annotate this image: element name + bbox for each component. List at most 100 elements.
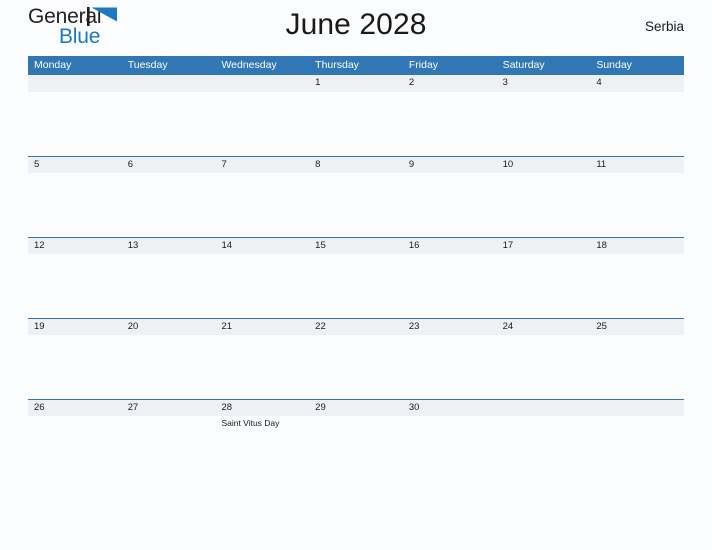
calendar-day-cell[interactable] <box>403 416 497 480</box>
calendar-day-number[interactable]: 11 <box>590 157 684 173</box>
calendar-day-cell[interactable] <box>403 335 497 399</box>
calendar-day-cell[interactable] <box>590 254 684 318</box>
calendar-day-number-band: 1234 <box>28 75 684 92</box>
calendar-day-events-row: Saint Vitus Day <box>28 416 684 480</box>
weekday-header-friday: Friday <box>408 59 439 71</box>
calendar-day-cell[interactable] <box>309 335 403 399</box>
weekday-header-thursday: Thursday <box>315 59 359 71</box>
calendar-weeks: 1 2 3 4 5 6 7 8 9 10 11 12 13 14 15 16 17 18 19 20 21 22 23 24 2… <box>28 75 684 480</box>
calendar-day-number[interactable]: 19 <box>28 319 122 335</box>
calendar-day-number[interactable]: 24 <box>497 319 591 335</box>
calendar-day-cell[interactable] <box>122 254 216 318</box>
calendar-day-number[interactable]: 4 <box>590 75 684 92</box>
calendar-week-row: 26 27 28 29 30 Saint Vitus Day <box>28 399 684 480</box>
calendar-day-cell[interactable] <box>122 173 216 237</box>
page-header: General Blue June 2028 Serbia <box>28 0 684 56</box>
calendar-week-row: 5 6 7 8 9 10 11 <box>28 156 684 237</box>
calendar-day-number[interactable]: 8 <box>309 157 403 173</box>
weekday-header-monday: Monday <box>34 59 72 71</box>
calendar-day-cell[interactable] <box>28 416 122 480</box>
calendar-day-cell[interactable] <box>497 92 591 156</box>
calendar-day-cell[interactable]: Saint Vitus Day <box>215 416 309 480</box>
calendar-day-number[interactable]: 28 <box>215 400 309 416</box>
calendar-day-number[interactable]: 14 <box>215 238 309 254</box>
calendar-day-number[interactable]: 10 <box>497 157 591 173</box>
calendar-day-cell <box>215 92 309 156</box>
calendar-day-events-row <box>28 254 684 318</box>
calendar-day-number[interactable]: 15 <box>309 238 403 254</box>
calendar-day-cell[interactable] <box>28 254 122 318</box>
weekday-header-sunday: Sunday <box>596 59 632 71</box>
calendar-day-number[interactable]: 5 <box>28 157 122 173</box>
calendar-day-number[interactable]: 21 <box>215 319 309 335</box>
calendar-day-empty <box>122 75 216 92</box>
calendar-day-cell <box>590 416 684 480</box>
calendar-day-cell[interactable] <box>309 173 403 237</box>
calendar-day-number[interactable]: 13 <box>122 238 216 254</box>
calendar-day-number[interactable]: 23 <box>403 319 497 335</box>
calendar-grid: Monday Tuesday Wednesday Thursday Friday… <box>28 56 684 480</box>
calendar-day-number[interactable]: 16 <box>403 238 497 254</box>
region-label: Serbia <box>644 19 684 34</box>
calendar-day-number-band: 19 20 21 22 23 24 25 <box>28 318 684 335</box>
calendar-day-cell[interactable] <box>403 173 497 237</box>
weekday-header-row: Monday Tuesday Wednesday Thursday Friday… <box>28 56 684 75</box>
calendar-day-number[interactable]: 27 <box>122 400 216 416</box>
calendar-day-cell[interactable] <box>309 416 403 480</box>
calendar-day-events-row <box>28 335 684 399</box>
calendar-day-number[interactable]: 25 <box>590 319 684 335</box>
calendar-day-number[interactable]: 30 <box>403 400 497 416</box>
calendar-day-cell[interactable] <box>28 335 122 399</box>
calendar-day-cell[interactable] <box>215 254 309 318</box>
calendar-week-row: 1234 <box>28 75 684 156</box>
calendar-day-cell[interactable] <box>497 173 591 237</box>
weekday-header-tuesday: Tuesday <box>127 59 168 71</box>
calendar-day-number[interactable]: 12 <box>28 238 122 254</box>
calendar-day-empty <box>590 400 684 416</box>
calendar-week-row: 12 13 14 15 16 17 18 <box>28 237 684 318</box>
calendar-day-empty <box>497 400 591 416</box>
calendar-day-number-band: 5 6 7 8 9 10 11 <box>28 156 684 173</box>
calendar-day-cell[interactable] <box>590 92 684 156</box>
calendar-day-number[interactable]: 7 <box>215 157 309 173</box>
calendar-day-number[interactable]: 1 <box>309 75 403 92</box>
calendar-day-number[interactable]: 20 <box>122 319 216 335</box>
weekday-header-wednesday: Wednesday <box>221 59 277 71</box>
calendar-day-cell[interactable] <box>309 92 403 156</box>
holiday-label: Saint Vitus Day <box>221 418 280 428</box>
calendar-day-number[interactable]: 26 <box>28 400 122 416</box>
calendar-day-number[interactable]: 22 <box>309 319 403 335</box>
calendar-day-number[interactable]: 9 <box>403 157 497 173</box>
calendar-day-cell <box>122 92 216 156</box>
calendar-page: General Blue June 2028 Serbia Monday Tue… <box>0 0 712 550</box>
calendar-day-cell[interactable] <box>497 335 591 399</box>
calendar-day-number[interactable]: 3 <box>497 75 591 92</box>
calendar-day-events-row <box>28 92 684 156</box>
calendar-day-cell[interactable] <box>28 173 122 237</box>
calendar-day-cell <box>497 416 591 480</box>
calendar-day-cell[interactable] <box>590 173 684 237</box>
calendar-day-empty <box>215 75 309 92</box>
calendar-day-cell <box>28 92 122 156</box>
calendar-day-number[interactable]: 6 <box>122 157 216 173</box>
calendar-day-number[interactable]: 2 <box>403 75 497 92</box>
calendar-day-cell[interactable] <box>309 254 403 318</box>
weekday-header-saturday: Saturday <box>502 59 545 71</box>
calendar-day-number[interactable]: 17 <box>497 238 591 254</box>
calendar-day-cell[interactable] <box>497 254 591 318</box>
calendar-day-cell[interactable] <box>403 92 497 156</box>
calendar-day-cell[interactable] <box>122 416 216 480</box>
calendar-day-cell[interactable] <box>590 335 684 399</box>
calendar-day-number[interactable]: 18 <box>590 238 684 254</box>
page-title: June 2028 <box>285 8 427 41</box>
calendar-day-cell[interactable] <box>122 335 216 399</box>
calendar-day-events-row <box>28 173 684 237</box>
calendar-day-cell[interactable] <box>403 254 497 318</box>
calendar-day-number-band: 12 13 14 15 16 17 18 <box>28 237 684 254</box>
calendar-day-cell[interactable] <box>215 335 309 399</box>
calendar-week-row: 19 20 21 22 23 24 25 <box>28 318 684 399</box>
calendar-day-cell[interactable] <box>215 173 309 237</box>
calendar-day-empty <box>28 75 122 92</box>
calendar-day-number[interactable]: 29 <box>309 400 403 416</box>
calendar-day-number-band: 26 27 28 29 30 <box>28 399 684 416</box>
